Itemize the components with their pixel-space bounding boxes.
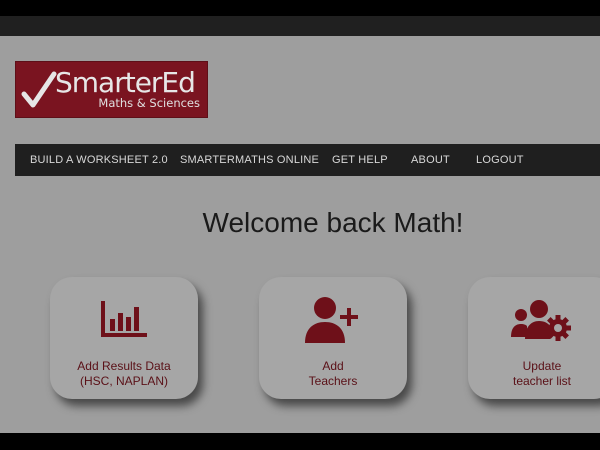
browser-strip <box>0 16 600 36</box>
bar-chart-icon <box>101 301 147 337</box>
users-gear-icon <box>511 300 571 341</box>
main-nav: BUILD A WORKSHEET 2.0 SMARTERMATHS ONLIN… <box>15 144 600 176</box>
card-label: Add Teachers <box>259 359 407 389</box>
card-label: Add Results Data (HSC, NAPLAN) <box>50 359 198 389</box>
add-teachers-card[interactable]: Add Teachers <box>259 277 407 399</box>
page: SmarterEd Maths & Sciences BUILD A WORKS… <box>0 36 600 433</box>
add-results-card[interactable]: Add Results Data (HSC, NAPLAN) <box>50 277 198 399</box>
nav-smartermaths-online[interactable]: SMARTERMATHS ONLINE <box>180 154 319 166</box>
nav-build-worksheet[interactable]: BUILD A WORKSHEET 2.0 <box>30 154 168 166</box>
welcome-heading: Welcome back Math! <box>202 207 464 238</box>
nav-about[interactable]: ABOUT <box>411 154 450 166</box>
checkmark-icon <box>21 71 57 108</box>
nav-get-help[interactable]: GET HELP <box>332 154 388 166</box>
card-label-line2: Teachers <box>308 374 358 388</box>
card-label-line2: teacher list <box>512 374 572 388</box>
top-bar <box>0 0 600 36</box>
bottom-bar <box>0 433 600 450</box>
card-label: Update teacher list <box>468 359 600 389</box>
update-teacher-list-card[interactable]: Update teacher list <box>468 277 600 399</box>
brand-logo[interactable]: SmarterEd Maths & Sciences <box>15 61 208 118</box>
card-label-line1: Add <box>322 359 344 373</box>
card-label-line1: Update <box>522 359 562 373</box>
nav-logout[interactable]: LOGOUT <box>476 154 524 166</box>
card-label-line2: (HSC, NAPLAN) <box>79 374 168 388</box>
brand-subtitle: Maths & Sciences <box>98 96 200 110</box>
brand-title: SmarterEd <box>55 66 196 99</box>
add-user-icon <box>305 297 358 343</box>
card-label-line1: Add Results Data <box>77 359 171 373</box>
